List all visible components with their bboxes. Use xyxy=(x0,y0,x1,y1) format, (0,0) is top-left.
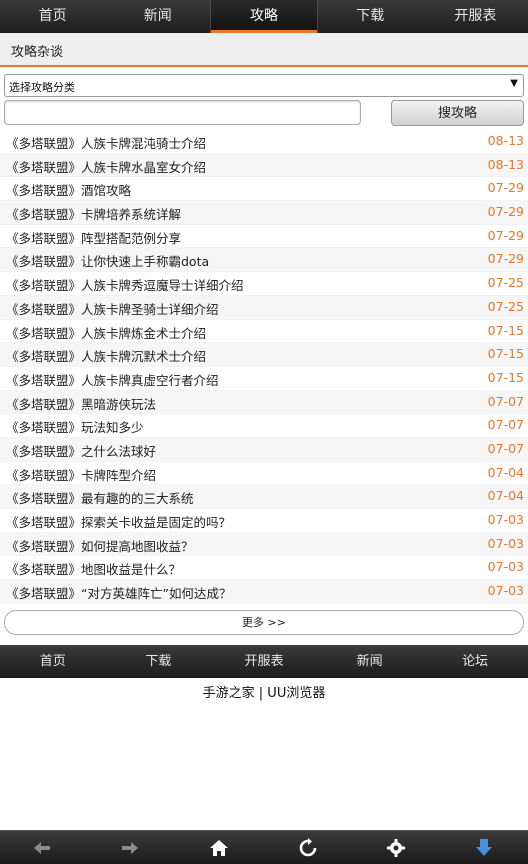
article-list: 《多塔联盟》人族卡牌混沌骑士介绍 08-13 《多塔联盟》人族卡牌水晶室女介绍 08… xyxy=(0,130,528,604)
article-title[interactable]: 《多塔联盟》地图收益是什么？ xyxy=(6,559,181,578)
article-title[interactable]: 《多塔联盟》卡牌培养系统详解 xyxy=(6,204,181,223)
top-nav: 首页 新闻 攻略 下载 开服表 xyxy=(0,0,528,33)
home-icon[interactable] xyxy=(208,837,232,859)
category-select[interactable]: 选择攻略分类 ▼ xyxy=(4,74,524,97)
bottom-nav: 首页 下载 开服表 新闻 论坛 xyxy=(0,645,528,678)
article-date: 07-25 xyxy=(487,298,524,314)
search-button[interactable]: 搜攻略 xyxy=(391,100,524,126)
article-title[interactable]: 《多塔联盟》人族卡牌沉默术士介绍 xyxy=(6,346,206,365)
article-title[interactable]: 《多塔联盟》最有趣的的三大系统 xyxy=(6,488,194,507)
list-item[interactable]: 《多塔联盟》黑暗游侠玩法 07-07 xyxy=(0,390,528,415)
list-item[interactable]: 《多塔联盟》卡牌培养系统详解 07-29 xyxy=(0,201,528,225)
article-title[interactable]: 《多塔联盟》让你快速上手称霸dota xyxy=(6,251,209,270)
top-nav-guides[interactable]: 攻略 xyxy=(210,0,318,33)
list-item[interactable]: 《多塔联盟》人族卡牌真虚空行者介绍 07-15 xyxy=(0,367,528,391)
article-title[interactable]: 《多塔联盟》人族卡牌真虚空行者介绍 xyxy=(6,370,219,389)
article-date: 07-04 xyxy=(487,488,524,504)
list-item[interactable]: 《多塔联盟》让你快速上手称霸dota 07-29 xyxy=(0,248,528,273)
article-date: 07-29 xyxy=(487,251,524,267)
article-date: 08-13 xyxy=(487,133,524,148)
list-item[interactable]: 《多塔联盟》卡牌阵型介绍 07-04 xyxy=(0,462,528,486)
article-date: 07-04 xyxy=(487,464,524,480)
article-title[interactable]: 《多塔联盟》玩法知多少 xyxy=(6,417,144,436)
top-nav-news[interactable]: 新闻 xyxy=(105,0,210,33)
article-date: 08-13 xyxy=(487,156,524,172)
category-select-value: 选择攻略分类 xyxy=(9,81,75,94)
bottom-nav-home[interactable]: 首页 xyxy=(0,645,106,678)
article-date: 07-15 xyxy=(487,322,524,338)
list-item[interactable]: 《多塔联盟》人族卡牌沉默术士介绍 07-15 xyxy=(0,343,528,367)
bottom-nav-server-list[interactable]: 开服表 xyxy=(211,645,317,678)
section-title: 攻略杂谈 xyxy=(11,45,64,60)
more-button[interactable]: 更多 >> xyxy=(4,610,524,635)
article-date: 07-29 xyxy=(487,227,524,243)
article-date: 07-15 xyxy=(487,346,524,362)
list-item[interactable]: 《多塔联盟》人族卡牌混沌骑士介绍 08-13 xyxy=(0,130,528,154)
settings-icon[interactable] xyxy=(385,837,409,859)
article-title[interactable]: 《多塔联盟》探索关卡收益是固定的吗？ xyxy=(6,512,231,531)
article-title[interactable]: 《多塔联盟》阵型搭配范例分享 xyxy=(6,228,181,247)
article-date: 07-15 xyxy=(487,369,524,385)
list-item[interactable]: 《多塔联盟》最有趣的的三大系统 07-04 xyxy=(0,485,528,509)
article-title[interactable]: 《多塔联盟》之什么法球好 xyxy=(6,441,156,460)
article-title[interactable]: 《多塔联盟》“对方英雄阵亡”如何达成？ xyxy=(6,583,231,602)
top-nav-home[interactable]: 首页 xyxy=(0,0,105,33)
article-date: 07-03 xyxy=(487,583,524,599)
article-date: 07-03 xyxy=(487,512,524,527)
article-date: 07-29 xyxy=(487,204,524,220)
article-date: 07-07 xyxy=(487,393,524,409)
article-date: 07-29 xyxy=(487,180,524,196)
section-header: 攻略杂谈 xyxy=(0,33,528,67)
list-item[interactable]: 《多塔联盟》探索关卡收益是固定的吗？ 07-03 xyxy=(0,509,528,533)
list-item[interactable]: 《多塔联盟》阵型搭配范例分享 07-29 xyxy=(0,225,528,249)
article-title[interactable]: 《多塔联盟》黑暗游侠玩法 xyxy=(6,394,156,413)
forward-arrow-icon[interactable] xyxy=(119,837,143,859)
dropdown-arrow-icon: ▼ xyxy=(510,78,518,89)
article-date: 07-07 xyxy=(487,440,524,456)
top-nav-download[interactable]: 下载 xyxy=(318,0,423,33)
footer-text: 手游之家 | UU浏览器 xyxy=(202,686,326,701)
list-item[interactable]: 《多塔联盟》人族卡牌圣骑士详细介绍 07-25 xyxy=(0,295,528,320)
article-date: 07-03 xyxy=(487,535,524,551)
article-title[interactable]: 《多塔联盟》人族卡牌秀逗魔导士详细介绍 xyxy=(6,275,244,294)
article-title[interactable]: 《多塔联盟》人族卡牌圣骑士详细介绍 xyxy=(6,299,219,318)
list-item[interactable]: 《多塔联盟》人族卡牌水晶室女介绍 08-13 xyxy=(0,153,528,178)
search-input[interactable] xyxy=(4,100,361,125)
list-item[interactable]: 《多塔联盟》酒馆攻略 07-29 xyxy=(0,177,528,202)
bottom-nav-news[interactable]: 新闻 xyxy=(317,645,423,678)
list-item[interactable]: 《多塔联盟》“对方英雄阵亡”如何达成？ 07-03 xyxy=(0,580,528,604)
article-title[interactable]: 《多塔联盟》人族卡牌混沌骑士介绍 xyxy=(6,133,206,152)
browser-toolbar xyxy=(0,830,528,864)
list-item[interactable]: 《多塔联盟》人族卡牌炼金术士介绍 07-15 xyxy=(0,320,528,344)
top-nav-server-list[interactable]: 开服表 xyxy=(423,0,528,33)
article-date: 07-07 xyxy=(487,417,524,433)
list-item[interactable]: 《多塔联盟》地图收益是什么？ 07-03 xyxy=(0,556,528,581)
article-title[interactable]: 《多塔联盟》酒馆攻略 xyxy=(6,180,131,199)
article-title[interactable]: 《多塔联盟》如何提高地图收益？ xyxy=(6,536,194,555)
article-date: 07-03 xyxy=(487,559,524,575)
article-date: 07-25 xyxy=(487,275,524,291)
article-title[interactable]: 《多塔联盟》人族卡牌水晶室女介绍 xyxy=(6,157,206,176)
list-item[interactable]: 《多塔联盟》人族卡牌秀逗魔导士详细介绍 07-25 xyxy=(0,272,528,296)
article-title[interactable]: 《多塔联盟》人族卡牌炼金术士介绍 xyxy=(6,323,206,342)
bottom-nav-forum[interactable]: 论坛 xyxy=(422,645,528,678)
refresh-icon[interactable] xyxy=(297,837,321,859)
bottom-nav-download[interactable]: 下载 xyxy=(106,645,212,678)
list-item[interactable]: 《多塔联盟》如何提高地图收益？ 07-03 xyxy=(0,532,528,557)
list-item[interactable]: 《多塔联盟》之什么法球好 07-07 xyxy=(0,437,528,462)
list-item[interactable]: 《多塔联盟》玩法知多少 07-07 xyxy=(0,414,528,438)
article-title[interactable]: 《多塔联盟》卡牌阵型介绍 xyxy=(6,465,156,484)
download-icon[interactable] xyxy=(473,837,497,859)
back-arrow-icon[interactable] xyxy=(31,837,55,859)
